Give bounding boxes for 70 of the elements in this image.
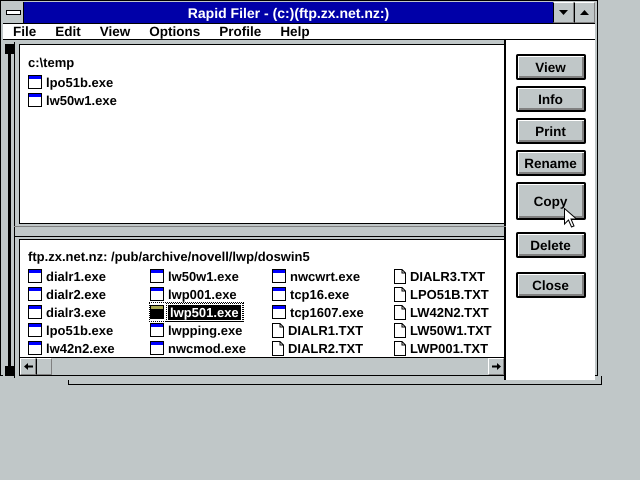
list-entry[interactable]: DIALR1.TXT: [272, 321, 366, 339]
list-entry[interactable]: dialr2.exe: [28, 285, 108, 303]
program-icon: [150, 341, 164, 355]
splitter-handle[interactable]: [5, 42, 15, 378]
document-icon: [394, 340, 406, 356]
list-entry[interactable]: lw50w1.exe: [150, 267, 241, 285]
menu-item[interactable]: Options: [147, 24, 210, 39]
document-icon: [394, 286, 406, 302]
document-icon: [394, 304, 406, 320]
program-icon: [150, 287, 164, 301]
pointer-cursor-icon: [564, 208, 577, 228]
document-icon: [394, 268, 406, 284]
menu-item[interactable]: Help: [278, 24, 319, 39]
list-entry[interactable]: LWP001.TXT: [394, 339, 490, 357]
list-entry[interactable]: nwcwrt.exe: [272, 267, 362, 285]
menu-item[interactable]: Edit: [53, 24, 90, 39]
list-entry[interactable]: DIALR2.TXT: [272, 339, 366, 357]
action-button[interactable]: Delete: [516, 232, 586, 258]
program-icon: [28, 305, 42, 319]
list-entry[interactable]: DIALR3.TXT: [394, 267, 488, 285]
menu-item[interactable]: File: [11, 24, 46, 39]
list-entry[interactable]: LW50W1.TXT: [394, 321, 494, 339]
list-entry[interactable]: lpo51b.exe: [28, 73, 116, 91]
list-entry[interactable]: tcp16.exe: [272, 285, 352, 303]
action-button[interactable]: Rename: [516, 150, 586, 176]
program-icon: [150, 323, 164, 337]
document-icon: [394, 322, 406, 338]
list-entry[interactable]: LPO51B.TXT: [394, 285, 491, 303]
scroll-left-icon[interactable]: [20, 358, 36, 375]
program-icon: [272, 287, 286, 301]
list-entry[interactable]: nwcmod.exe: [150, 339, 248, 357]
system-menu-button[interactable]: [3, 2, 24, 23]
list-entry[interactable]: dialr1.exe: [28, 267, 108, 285]
document-icon: [272, 322, 284, 338]
list-entry[interactable]: lwp001.exe: [150, 285, 239, 303]
program-icon: [28, 341, 42, 355]
program-icon: [28, 323, 42, 337]
program-icon: [28, 75, 42, 89]
document-icon: [272, 340, 284, 356]
pane-splitter[interactable]: [14, 226, 508, 237]
menu-item[interactable]: Profile: [217, 24, 270, 39]
action-button[interactable]: Close: [516, 272, 586, 298]
directory-path: c:\temp: [28, 55, 76, 72]
program-icon: [28, 93, 42, 107]
list-entry[interactable]: tcp1607.exe: [272, 303, 366, 321]
list-entry[interactable]: LW42N2.TXT: [394, 303, 491, 321]
horizontal-scrollbar[interactable]: [20, 357, 504, 375]
program-icon: [150, 269, 164, 283]
program-icon: [272, 269, 286, 283]
menu-item[interactable]: View: [98, 24, 140, 39]
list-entry[interactable]: lw50w1.exe: [28, 91, 119, 109]
window-title: Rapid Filer - (c:)(ftp.zx.net.nz:): [186, 4, 390, 20]
program-icon: [150, 305, 164, 319]
program-icon: [28, 269, 42, 283]
action-button[interactable]: View: [516, 54, 586, 80]
down-triangle-icon: [559, 10, 568, 15]
maximize-button[interactable]: [574, 2, 595, 23]
list-entry[interactable]: lwpping.exe: [150, 321, 244, 339]
scroll-right-icon[interactable]: [488, 358, 504, 375]
list-entry[interactable]: dialr3.exe: [28, 303, 108, 321]
program-icon: [272, 305, 286, 319]
minimize-button[interactable]: [553, 2, 574, 23]
action-button[interactable]: Print: [516, 118, 586, 144]
action-button[interactable]: Copy: [516, 182, 586, 220]
program-icon: [28, 287, 42, 301]
up-triangle-icon: [580, 10, 589, 15]
directory-path: ftp.zx.net.nz: /pub/archive/novell/lwp/doswin5: [27, 249, 311, 266]
list-entry[interactable]: lw42n2.exe: [28, 339, 117, 357]
list-entry[interactable]: lpo51b.exe: [28, 321, 116, 339]
action-button[interactable]: Info: [516, 86, 586, 112]
